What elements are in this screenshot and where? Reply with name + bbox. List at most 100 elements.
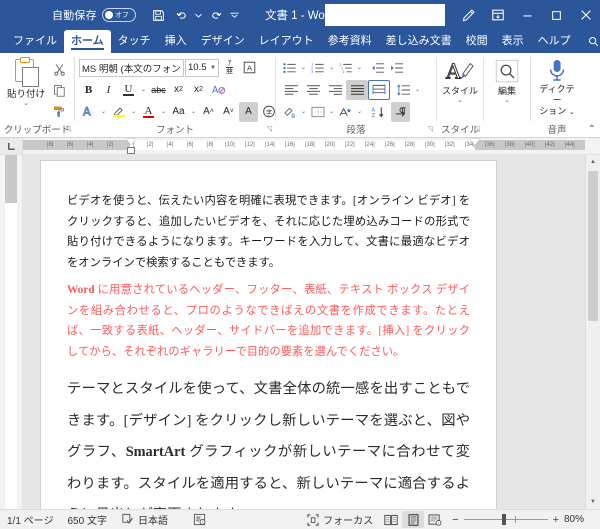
- tab-review[interactable]: 校閲: [459, 30, 495, 53]
- scrollbar-thumb[interactable]: [588, 171, 598, 321]
- shrink-font-button[interactable]: A ˅: [219, 102, 238, 122]
- horizontal-ruler[interactable]: |8| |6| |4| |2| | |2| |4| |6| |8| |10| |…: [23, 138, 600, 154]
- justify-icon[interactable]: [346, 79, 368, 100]
- tab-home[interactable]: ホーム: [64, 30, 111, 53]
- align-center-icon[interactable]: [302, 80, 324, 100]
- superscript-button[interactable]: x2: [189, 80, 208, 100]
- distribute-icon[interactable]: [368, 79, 390, 100]
- paragraph-3[interactable]: テーマとスタイルを使って、文書全体の統一感を出すこともできます。[デザイン] を…: [67, 374, 470, 509]
- multilevel-dropdown-icon[interactable]: ⌄: [355, 64, 364, 71]
- scroll-up-icon[interactable]: ▲: [586, 155, 600, 169]
- minimize-icon[interactable]: [513, 0, 542, 30]
- paragraph-2[interactable]: Word に用意されているヘッダー、フッター、表紙、テキスト ボックス デザイン…: [67, 280, 470, 362]
- chevron-down-icon[interactable]: ▼: [208, 65, 216, 71]
- autosave-control[interactable]: 自動保存 オフ: [52, 7, 136, 23]
- zoom-in-button[interactable]: +: [553, 514, 559, 526]
- grow-font-button[interactable]: A ˄: [199, 102, 218, 122]
- vertical-ruler[interactable]: [0, 155, 23, 509]
- bullets-dropdown-icon[interactable]: ⌄: [299, 64, 308, 71]
- shading-dropdown-icon[interactable]: ⌄: [299, 108, 308, 115]
- word-count[interactable]: 650 文字: [60, 510, 113, 529]
- tab-file[interactable]: ファイル: [6, 30, 64, 53]
- zoom-level-label[interactable]: 80%: [564, 514, 594, 525]
- line-spacing-dropdown-icon[interactable]: ⌄: [413, 86, 422, 93]
- underline-dropdown-icon[interactable]: ⌄: [139, 86, 148, 93]
- editing-button[interactable]: 編集 ⌄: [488, 56, 526, 104]
- left-indent-marker[interactable]: [127, 147, 135, 154]
- shading-icon[interactable]: [280, 102, 299, 122]
- copy-icon[interactable]: [48, 80, 70, 100]
- character-shading-button[interactable]: A: [239, 101, 258, 122]
- borders-icon[interactable]: [308, 102, 327, 122]
- qat-customize-icon[interactable]: [228, 4, 242, 26]
- tab-view[interactable]: 表示: [495, 30, 531, 53]
- scroll-down-icon[interactable]: ▼: [586, 495, 600, 509]
- character-border-icon[interactable]: A: [240, 58, 259, 78]
- clear-formatting-icon[interactable]: A: [209, 80, 228, 100]
- strikethrough-button[interactable]: abc: [149, 80, 168, 100]
- font-size-combo[interactable]: 10.5 ▼: [185, 58, 219, 77]
- subscript-button[interactable]: x2: [169, 80, 188, 100]
- text-effects-dropdown-icon[interactable]: ⌄: [99, 108, 108, 115]
- phonetic-guide-icon[interactable]: ｱ亜: [220, 58, 239, 78]
- document-page[interactable]: ビデオを使うと、伝えたい内容を明確に表現できます。[オンライン ビデオ] をクリ…: [41, 161, 496, 509]
- text-effects-button[interactable]: A: [79, 102, 98, 122]
- decrease-indent-icon[interactable]: [368, 58, 387, 78]
- asian-layout-dropdown-icon[interactable]: ⌄: [355, 108, 364, 115]
- styles-button[interactable]: A スタイル ⌄: [441, 56, 479, 104]
- sort-icon[interactable]: AZ: [368, 102, 387, 122]
- paste-dropdown-icon[interactable]: ⌄: [23, 100, 29, 107]
- underline-button[interactable]: U: [119, 80, 138, 100]
- pen-icon[interactable]: [453, 0, 483, 30]
- paragraph-1[interactable]: ビデオを使うと、伝えたい内容を明確に表現できます。[オンライン ビデオ] をクリ…: [67, 191, 470, 273]
- redo-icon[interactable]: [205, 4, 227, 26]
- paste-button[interactable]: 貼り付け ⌄: [4, 56, 48, 107]
- change-case-button[interactable]: Aa: [169, 102, 188, 122]
- read-mode-icon[interactable]: [380, 511, 402, 528]
- document-text[interactable]: ビデオを使うと、伝えたい内容を明確に表現できます。[オンライン ビデオ] をクリ…: [41, 161, 496, 509]
- tab-design[interactable]: デザイン: [194, 30, 252, 53]
- italic-button[interactable]: I: [99, 80, 118, 100]
- font-name-combo[interactable]: MS 明朝 (本文のフォント - ▼: [79, 58, 184, 77]
- autosave-toggle[interactable]: オフ: [101, 8, 136, 22]
- zoom-thumb[interactable]: [501, 514, 506, 525]
- document-canvas[interactable]: ビデオを使うと、伝えたい内容を明確に表現できます。[オンライン ビデオ] をクリ…: [23, 155, 600, 509]
- styles-dropdown-icon[interactable]: ⌄: [457, 97, 463, 104]
- zoom-out-button[interactable]: −: [452, 514, 458, 526]
- tab-mailings[interactable]: 差し込み文書: [379, 30, 459, 53]
- dialog-launcher-icon[interactable]: ◹: [267, 123, 272, 136]
- close-icon[interactable]: [571, 0, 600, 30]
- web-layout-icon[interactable]: i: [424, 511, 446, 528]
- multilevel-list-icon[interactable]: 111: [336, 58, 355, 78]
- print-layout-icon[interactable]: [402, 511, 425, 528]
- proofing-status[interactable]: 日本語: [114, 510, 175, 529]
- font-color-button[interactable]: A: [139, 102, 158, 122]
- tab-references[interactable]: 参考資料: [321, 30, 379, 53]
- undo-icon[interactable]: [171, 4, 193, 26]
- increase-indent-icon[interactable]: [387, 58, 406, 78]
- ribbon-display-options-icon[interactable]: [483, 0, 513, 30]
- numbering-dropdown-icon[interactable]: ⌄: [327, 64, 336, 71]
- bullet-list-icon[interactable]: [280, 58, 299, 78]
- change-case-dropdown-icon[interactable]: ⌄: [189, 108, 198, 115]
- dialog-launcher-icon[interactable]: ◹: [428, 123, 433, 136]
- dialog-launcher-icon[interactable]: ◹: [66, 123, 71, 136]
- tab-stop-selector[interactable]: [0, 138, 23, 154]
- align-left-icon[interactable]: [280, 80, 302, 100]
- highlight-button[interactable]: [109, 102, 128, 122]
- right-indent-marker[interactable]: [470, 139, 480, 145]
- asian-layout-icon[interactable]: [336, 102, 355, 122]
- page-indicator[interactable]: 1/1 ページ: [0, 510, 60, 529]
- undo-dropdown-icon[interactable]: [194, 4, 204, 26]
- dictate-button[interactable]: ディクテー ション ⌄: [535, 56, 579, 118]
- focus-mode-button[interactable]: フォーカス: [300, 510, 380, 529]
- cut-icon[interactable]: [48, 59, 70, 79]
- line-spacing-icon[interactable]: [394, 80, 413, 100]
- tab-help[interactable]: ヘルプ: [531, 30, 578, 53]
- tab-layout[interactable]: レイアウト: [252, 30, 321, 53]
- title-search-box[interactable]: [325, 4, 445, 26]
- format-painter-icon[interactable]: [48, 101, 70, 121]
- zoom-slider[interactable]: − + 80%: [446, 514, 600, 526]
- editing-dropdown-icon[interactable]: ⌄: [504, 97, 510, 104]
- align-right-icon[interactable]: [324, 80, 346, 100]
